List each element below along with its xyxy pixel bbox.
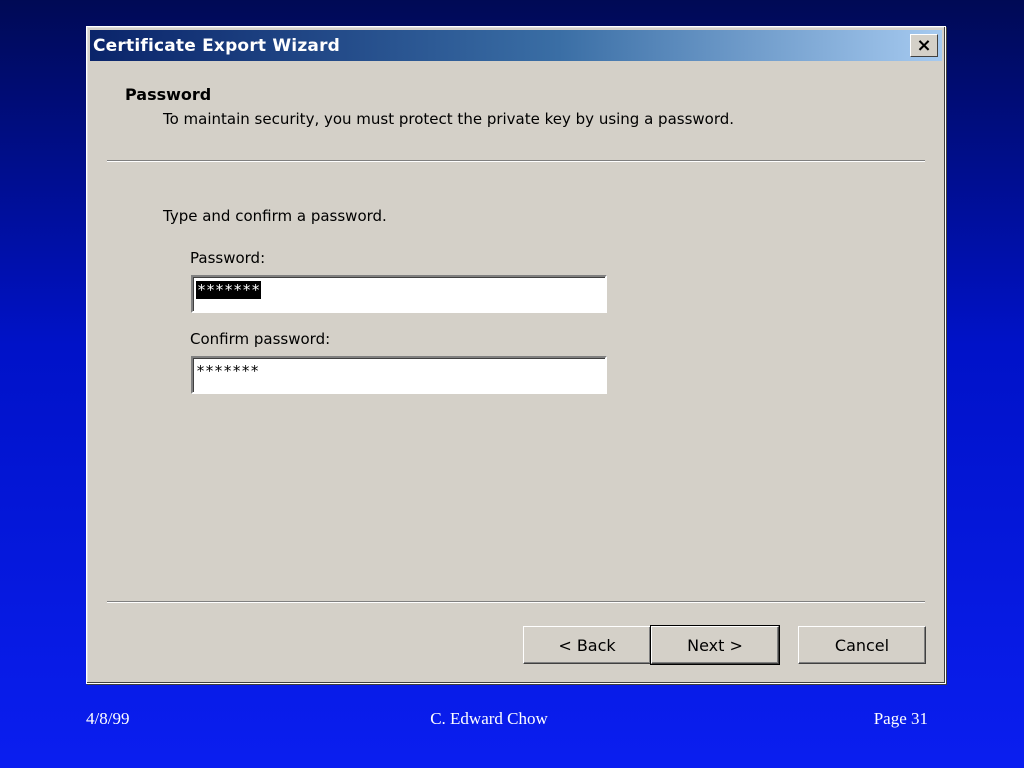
certificate-export-wizard-dialog: Certificate Export Wizard × Password To … <box>86 26 946 684</box>
close-icon: × <box>916 35 932 56</box>
instruction-text: Type and confirm a password. <box>163 207 387 225</box>
cancel-button[interactable]: Cancel <box>798 626 926 664</box>
password-value: ******* <box>196 281 262 299</box>
confirm-password-value: ******* <box>196 362 260 380</box>
confirm-password-input[interactable]: ******* <box>191 356 607 394</box>
slide-page-number: Page 31 <box>873 709 928 728</box>
title-bar[interactable]: Certificate Export Wizard × <box>90 30 942 61</box>
next-button[interactable]: Next > <box>650 625 780 665</box>
header-divider <box>107 160 925 162</box>
back-button[interactable]: < Back <box>523 626 651 664</box>
footer-divider <box>107 601 925 603</box>
slide-author: C. Edward Chow <box>430 709 548 728</box>
confirm-password-label: Confirm password: <box>190 330 331 348</box>
close-button[interactable]: × <box>910 34 938 57</box>
wizard-header: Password To maintain security, you must … <box>125 85 734 128</box>
password-input[interactable]: ******* <box>191 275 607 313</box>
page-subtitle: To maintain security, you must protect t… <box>163 110 735 128</box>
page-title: Password <box>125 85 212 104</box>
window-title: Certificate Export Wizard <box>93 35 341 56</box>
password-label: Password: <box>190 249 266 267</box>
